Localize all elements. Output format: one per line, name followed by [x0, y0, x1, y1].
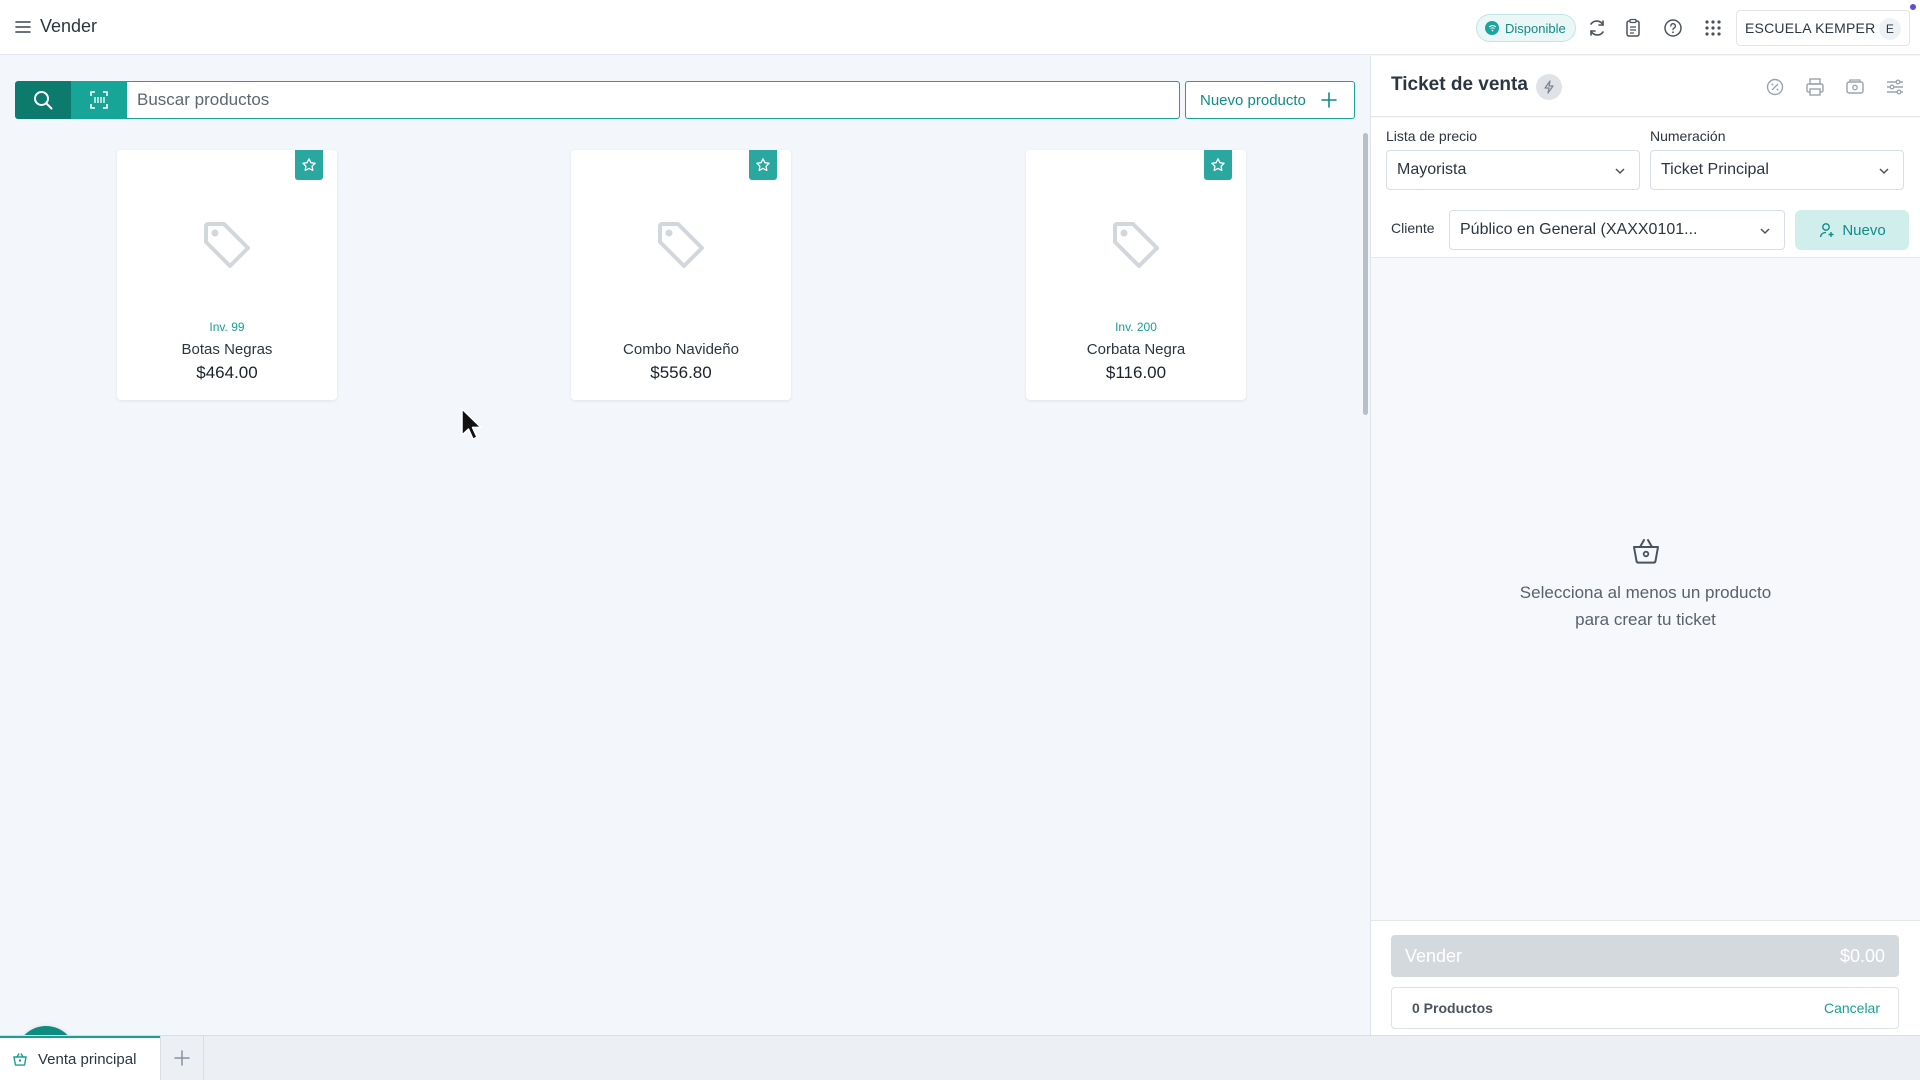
inventory-label: Inv. 200: [1115, 320, 1157, 334]
scan-icon: [90, 91, 108, 109]
price-list-value: Mayorista: [1397, 161, 1467, 178]
discount-icon[interactable]: [1764, 76, 1786, 98]
add-tab-button[interactable]: [160, 1036, 204, 1080]
new-client-button[interactable]: Nuevo: [1795, 210, 1909, 250]
favorite-star-icon[interactable]: [749, 150, 777, 180]
search-input[interactable]: [127, 81, 1180, 119]
empty-message-line2: para crear tu ticket: [1575, 610, 1716, 629]
barcode-scan-button[interactable]: [71, 81, 127, 119]
plus-icon: [1321, 92, 1337, 108]
chevron-down-icon: [1760, 228, 1770, 235]
ticket-form: Lista de precio Mayorista Numeración Tic…: [1371, 118, 1920, 258]
wifi-icon: [1485, 21, 1499, 35]
tab-venta-principal[interactable]: Venta principal: [0, 1036, 160, 1080]
print-icon[interactable]: [1804, 76, 1826, 98]
help-icon[interactable]: [1662, 17, 1684, 39]
price-list-select[interactable]: Mayorista: [1386, 150, 1640, 190]
product-name: Combo Navideño: [623, 341, 739, 358]
search-icon: [34, 91, 53, 110]
notification-dot: [1910, 4, 1916, 10]
price-tag-icon: [658, 222, 704, 268]
sell-label: Vender: [1405, 945, 1463, 966]
settings-sliders-icon[interactable]: [1884, 76, 1906, 98]
price-tag-icon: [1113, 222, 1159, 268]
numbering-value: Ticket Principal: [1661, 161, 1769, 178]
product-name: Botas Negras: [181, 341, 273, 358]
sync-icon[interactable]: [1586, 17, 1608, 39]
chevron-down-icon: [1615, 168, 1625, 175]
cash-drawer-icon[interactable]: [1844, 76, 1866, 98]
mouse-pointer-icon: [461, 408, 482, 440]
product-price: $556.80: [650, 363, 712, 382]
ticket-summary: 0 Productos Cancelar: [1391, 987, 1899, 1029]
new-client-label: Nuevo: [1842, 221, 1886, 239]
add-user-icon: [1820, 223, 1834, 238]
status-label: Disponible: [1505, 20, 1566, 36]
ticket-panel: Ticket de venta Lista de precio Mayorist…: [1371, 56, 1920, 1035]
plus-icon: [174, 1050, 190, 1066]
clipboard-icon[interactable]: [1622, 17, 1644, 39]
products-count: 0 Productos: [1412, 1000, 1493, 1016]
numbering-select[interactable]: Ticket Principal: [1650, 150, 1904, 190]
sales-tabs-bar: Venta principal: [0, 1035, 1920, 1080]
status-badge[interactable]: Disponible: [1476, 14, 1576, 42]
search-button[interactable]: [15, 81, 71, 119]
ticket-header: Ticket de venta: [1371, 56, 1920, 117]
price-list-label: Lista de precio: [1386, 128, 1478, 144]
school-name: ESCUELA KEMPER: [1745, 20, 1876, 36]
basket-icon: [1632, 539, 1659, 564]
ticket-title: Ticket de venta: [1391, 74, 1528, 95]
menu-icon[interactable]: [14, 18, 32, 36]
sell-button[interactable]: Vender $0.00: [1391, 935, 1899, 977]
numbering-label: Numeración: [1650, 128, 1726, 144]
empty-ticket-state: Selecciona al menos un producto para cre…: [1371, 536, 1920, 633]
cancel-button[interactable]: Cancelar: [1824, 1000, 1880, 1016]
account-menu-button[interactable]: ESCUELA KEMPER E: [1736, 10, 1910, 46]
product-card[interactable]: Inv. 99 Botas Negras $464.00: [117, 150, 337, 400]
sell-amount: $0.00: [1839, 945, 1885, 966]
apps-grid-icon[interactable]: [1702, 17, 1724, 39]
product-panel: Nuevo producto Inv. 99 Botas Negras $464…: [0, 56, 1370, 1080]
empty-message-line1: Selecciona al menos un producto: [1519, 583, 1772, 602]
favorite-star-icon[interactable]: [1204, 150, 1232, 180]
favorite-star-icon[interactable]: [295, 150, 323, 180]
lightning-icon[interactable]: [1536, 74, 1562, 100]
scrollbar[interactable]: [1363, 133, 1368, 415]
product-card[interactable]: Inv. 200 Corbata Negra $116.00: [1026, 150, 1246, 400]
client-value: Público en General (XAXX0101...: [1460, 221, 1698, 238]
client-label: Cliente: [1391, 220, 1435, 236]
search-bar: [15, 81, 1180, 119]
product-name: Corbata Negra: [1086, 341, 1186, 358]
product-price: $464.00: [196, 363, 258, 382]
ticket-footer: Vender $0.00 0 Productos Cancelar: [1371, 920, 1920, 1035]
page-title: Vender: [40, 16, 98, 36]
product-card[interactable]: Combo Navideño $556.80: [571, 150, 791, 400]
top-bar: Vender Disponible ESCUELA KEMPER E: [0, 0, 1920, 55]
new-product-label: Nuevo producto: [1200, 91, 1306, 109]
client-select[interactable]: Público en General (XAXX0101...: [1449, 210, 1785, 250]
chevron-down-icon: [1879, 168, 1889, 175]
product-price: $116.00: [1105, 363, 1167, 382]
basket-icon: [13, 1053, 27, 1066]
avatar: E: [1879, 18, 1901, 40]
new-product-button[interactable]: Nuevo producto: [1185, 81, 1355, 119]
price-tag-icon: [204, 222, 250, 268]
tab-label: Venta principal: [38, 1050, 137, 1068]
inventory-label: Inv. 99: [209, 320, 245, 334]
